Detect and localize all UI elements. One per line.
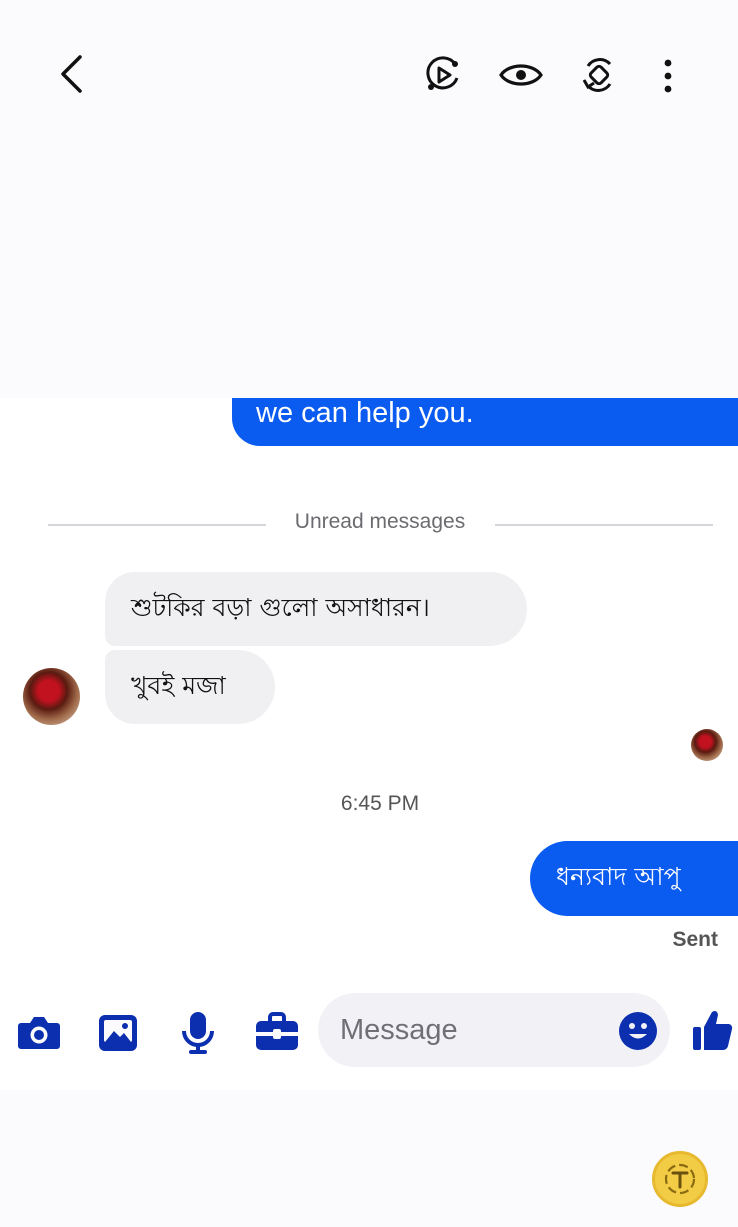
- header-area: [0, 0, 738, 398]
- message-input[interactable]: [340, 1009, 610, 1051]
- unread-messages-divider: Unread messages: [294, 510, 466, 533]
- play-circle-icon[interactable]: [424, 56, 462, 94]
- briefcase-icon[interactable]: [255, 1012, 299, 1052]
- microphone-icon[interactable]: [180, 1011, 216, 1055]
- message-text: we can help you.: [256, 397, 474, 429]
- gallery-icon[interactable]: [97, 1013, 139, 1053]
- text-scan-icon: [664, 1163, 696, 1195]
- read-receipt-avatar: [691, 729, 723, 761]
- camera-icon[interactable]: [17, 1013, 61, 1051]
- received-message-bubble[interactable]: শুটকির বড়া গুলো অসাধারন।: [105, 572, 527, 646]
- message-composer[interactable]: [318, 993, 670, 1067]
- smiley-icon[interactable]: [618, 1011, 658, 1051]
- eye-icon[interactable]: [499, 59, 543, 91]
- thumbs-up-icon[interactable]: [692, 1008, 734, 1052]
- sent-message-bubble[interactable]: ধন্যবাদ আপু: [530, 841, 738, 916]
- bottom-area: [0, 1090, 738, 1227]
- message-text: শুটকির বড়া গুলো অসাধারন।: [131, 592, 430, 622]
- text-scan-button[interactable]: [652, 1151, 708, 1207]
- more-vertical-icon[interactable]: [662, 58, 674, 94]
- sent-status: Sent: [672, 928, 718, 951]
- divider-line-right: [495, 524, 713, 526]
- message-text: খুবই মজা: [131, 670, 226, 700]
- received-message-bubble[interactable]: খুবই মজা: [105, 650, 275, 724]
- sent-message-bubble-previous[interactable]: we can help you.: [232, 398, 738, 446]
- divider-line-left: [48, 524, 266, 526]
- contact-avatar[interactable]: [23, 668, 80, 725]
- message-text: ধন্যবাদ আপু: [556, 862, 681, 891]
- chevron-left-icon[interactable]: [58, 54, 84, 94]
- rotate-icon[interactable]: [580, 56, 618, 94]
- message-timestamp: 6:45 PM: [340, 792, 420, 815]
